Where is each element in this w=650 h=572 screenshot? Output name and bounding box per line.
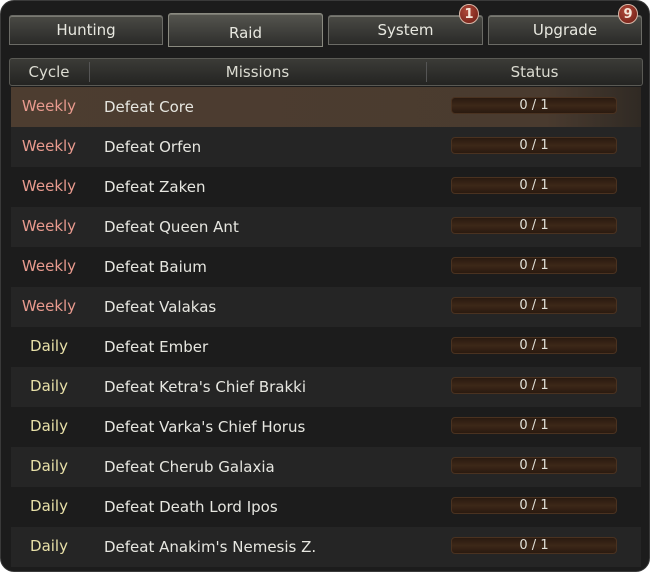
mission-cycle: Weekly: [21, 177, 77, 195]
mission-row[interactable]: Weekly Defeat Queen Ant 0 / 1: [11, 207, 641, 247]
progress-bar: 0 / 1: [451, 417, 617, 434]
mission-cycle: Daily: [30, 497, 68, 515]
column-header-cycle[interactable]: Cycle: [10, 59, 88, 85]
mission-name: Defeat Anakim's Nemesis Z.: [104, 538, 317, 556]
progress-text: 0 / 1: [519, 98, 549, 113]
mission-name: Defeat Queen Ant: [104, 218, 239, 236]
notification-badge-upgrade: 9: [618, 4, 638, 24]
mission-name: Defeat Zaken: [104, 178, 206, 196]
tab-raid[interactable]: Raid: [168, 13, 323, 47]
progress-text: 0 / 1: [519, 258, 549, 273]
progress-text: 0 / 1: [519, 538, 549, 553]
mission-list: Weekly Defeat Core 0 / 1 Weekly Defeat Orfen…: [11, 87, 641, 567]
mission-name: Defeat Varka's Chief Horus: [104, 418, 306, 436]
mission-row[interactable]: Daily Defeat Ember 0 / 1: [11, 327, 641, 367]
progress-text: 0 / 1: [519, 418, 549, 433]
mission-name: Defeat Valakas: [104, 298, 217, 316]
mission-row[interactable]: Daily Defeat Cherub Galaxia 0 / 1: [11, 447, 641, 487]
mission-row[interactable]: Daily Defeat Death Lord Ipos 0 / 1: [11, 487, 641, 527]
table-header: Cycle Missions Status: [9, 58, 643, 86]
mission-cycle: Daily: [30, 537, 68, 555]
mission-row[interactable]: Weekly Defeat Baium 0 / 1: [11, 247, 641, 287]
progress-text: 0 / 1: [519, 498, 549, 513]
mission-name: Defeat Cherub Galaxia: [104, 458, 275, 476]
progress-bar: 0 / 1: [451, 97, 617, 114]
mission-window: Hunting Raid System Upgrade 1 9 Cycle Mi…: [0, 0, 650, 572]
notification-badge-system: 1: [459, 4, 479, 24]
progress-text: 0 / 1: [519, 458, 549, 473]
mission-cycle: Weekly: [21, 97, 77, 115]
progress-text: 0 / 1: [519, 218, 549, 233]
mission-name: Defeat Core: [104, 98, 194, 116]
progress-bar: 0 / 1: [451, 177, 617, 194]
mission-row[interactable]: Weekly Defeat Zaken 0 / 1: [11, 167, 641, 207]
progress-text: 0 / 1: [519, 378, 549, 393]
progress-bar: 0 / 1: [451, 497, 617, 514]
mission-row[interactable]: Daily Defeat Varka's Chief Horus 0 / 1: [11, 407, 641, 447]
column-header-status[interactable]: Status: [427, 59, 642, 85]
tab-label: Hunting: [56, 21, 116, 39]
mission-cycle: Weekly: [21, 217, 77, 235]
progress-text: 0 / 1: [519, 338, 549, 353]
mission-cycle: Daily: [30, 457, 68, 475]
column-header-missions[interactable]: Missions: [90, 59, 425, 85]
mission-cycle: Daily: [30, 377, 68, 395]
mission-cycle: Weekly: [21, 257, 77, 275]
tab-label: Raid: [229, 24, 262, 42]
mission-cycle: Daily: [30, 417, 68, 435]
tab-hunting[interactable]: Hunting: [9, 15, 163, 45]
mission-name: Defeat Ketra's Chief Brakki: [104, 378, 307, 396]
mission-row[interactable]: Daily Defeat Ketra's Chief Brakki 0 / 1: [11, 367, 641, 407]
mission-row[interactable]: Daily Defeat Anakim's Nemesis Z. 0 / 1: [11, 527, 641, 567]
progress-bar: 0 / 1: [451, 137, 617, 154]
mission-name: Defeat Death Lord Ipos: [104, 498, 278, 516]
mission-row[interactable]: Weekly Defeat Core 0 / 1: [11, 87, 641, 127]
progress-bar: 0 / 1: [451, 217, 617, 234]
mission-row[interactable]: Weekly Defeat Valakas 0 / 1: [11, 287, 641, 327]
mission-name: Defeat Ember: [104, 338, 209, 356]
mission-cycle: Weekly: [21, 297, 77, 315]
progress-text: 0 / 1: [519, 178, 549, 193]
mission-name: Defeat Orfen: [104, 138, 202, 156]
tab-label: System: [377, 21, 434, 39]
progress-bar: 0 / 1: [451, 377, 617, 394]
mission-row[interactable]: Weekly Defeat Orfen 0 / 1: [11, 127, 641, 167]
mission-cycle: Weekly: [21, 137, 77, 155]
progress-text: 0 / 1: [519, 298, 549, 313]
tab-bar: Hunting Raid System Upgrade 1 9: [1, 1, 649, 47]
progress-bar: 0 / 1: [451, 257, 617, 274]
progress-bar: 0 / 1: [451, 537, 617, 554]
tab-label: Upgrade: [532, 21, 598, 39]
progress-bar: 0 / 1: [451, 337, 617, 354]
mission-name: Defeat Baium: [104, 258, 207, 276]
progress-text: 0 / 1: [519, 138, 549, 153]
mission-cycle: Daily: [30, 337, 68, 355]
progress-bar: 0 / 1: [451, 457, 617, 474]
progress-bar: 0 / 1: [451, 297, 617, 314]
